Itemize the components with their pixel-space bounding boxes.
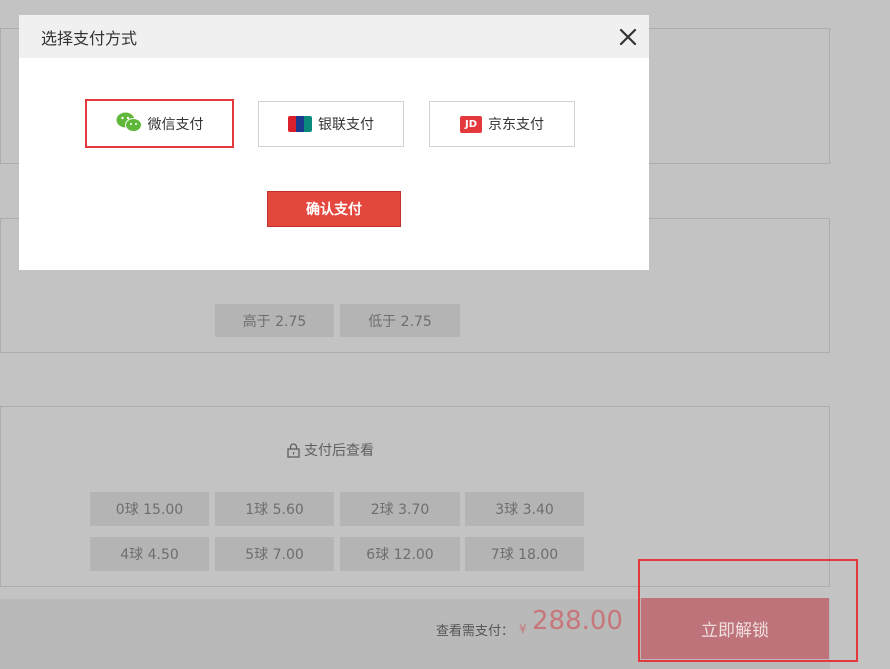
modal-title: 选择支付方式 [41,28,138,48]
goals-odds-1[interactable]: 1球 5.60 [215,492,334,526]
odds-under[interactable]: 低于 2.75 [340,304,460,337]
confirm-payment-button[interactable]: 确认支付 [267,191,401,227]
unionpay-option[interactable]: 银联支付 [258,101,404,147]
lock-text: 支付后查看 [304,443,374,459]
unionpay-icon [288,116,312,132]
goals-odds-4[interactable]: 4球 4.50 [90,537,209,571]
goals-odds-7[interactable]: 7球 18.00 [465,537,584,571]
modal-header: 选择支付方式 [19,15,649,58]
jd-icon: JD [460,115,482,133]
payment-modal: 选择支付方式 微信支付 银联支付 JD 京东支付 确认支付 [19,15,649,270]
goals-odds-0[interactable]: 0球 15.00 [90,492,209,526]
goals-odds-5[interactable]: 5球 7.00 [215,537,334,571]
payment-methods: 微信支付 银联支付 JD 京东支付 [19,99,649,148]
odds-over[interactable]: 高于 2.75 [215,304,334,337]
goals-odds-6[interactable]: 6球 12.00 [340,537,460,571]
jd-pay-option[interactable]: JD 京东支付 [429,101,575,147]
close-icon[interactable] [619,28,637,46]
pay-amount: 288.00 [532,606,623,636]
jd-pay-label: 京东支付 [488,117,544,133]
wechat-icon [116,112,142,136]
lock-icon [287,442,300,458]
goals-odds-3[interactable]: 3球 3.40 [465,492,584,526]
pay-label: 查看需支付： [436,624,515,639]
unionpay-label: 银联支付 [318,117,374,133]
currency-symbol: ¥ [519,622,527,636]
unlock-highlight-box [638,559,858,662]
locked-notice: 支付后查看 [287,440,374,460]
wechat-pay-option[interactable]: 微信支付 [85,99,234,148]
goals-odds-2[interactable]: 2球 3.70 [340,492,460,526]
wechat-pay-label: 微信支付 [147,116,204,133]
